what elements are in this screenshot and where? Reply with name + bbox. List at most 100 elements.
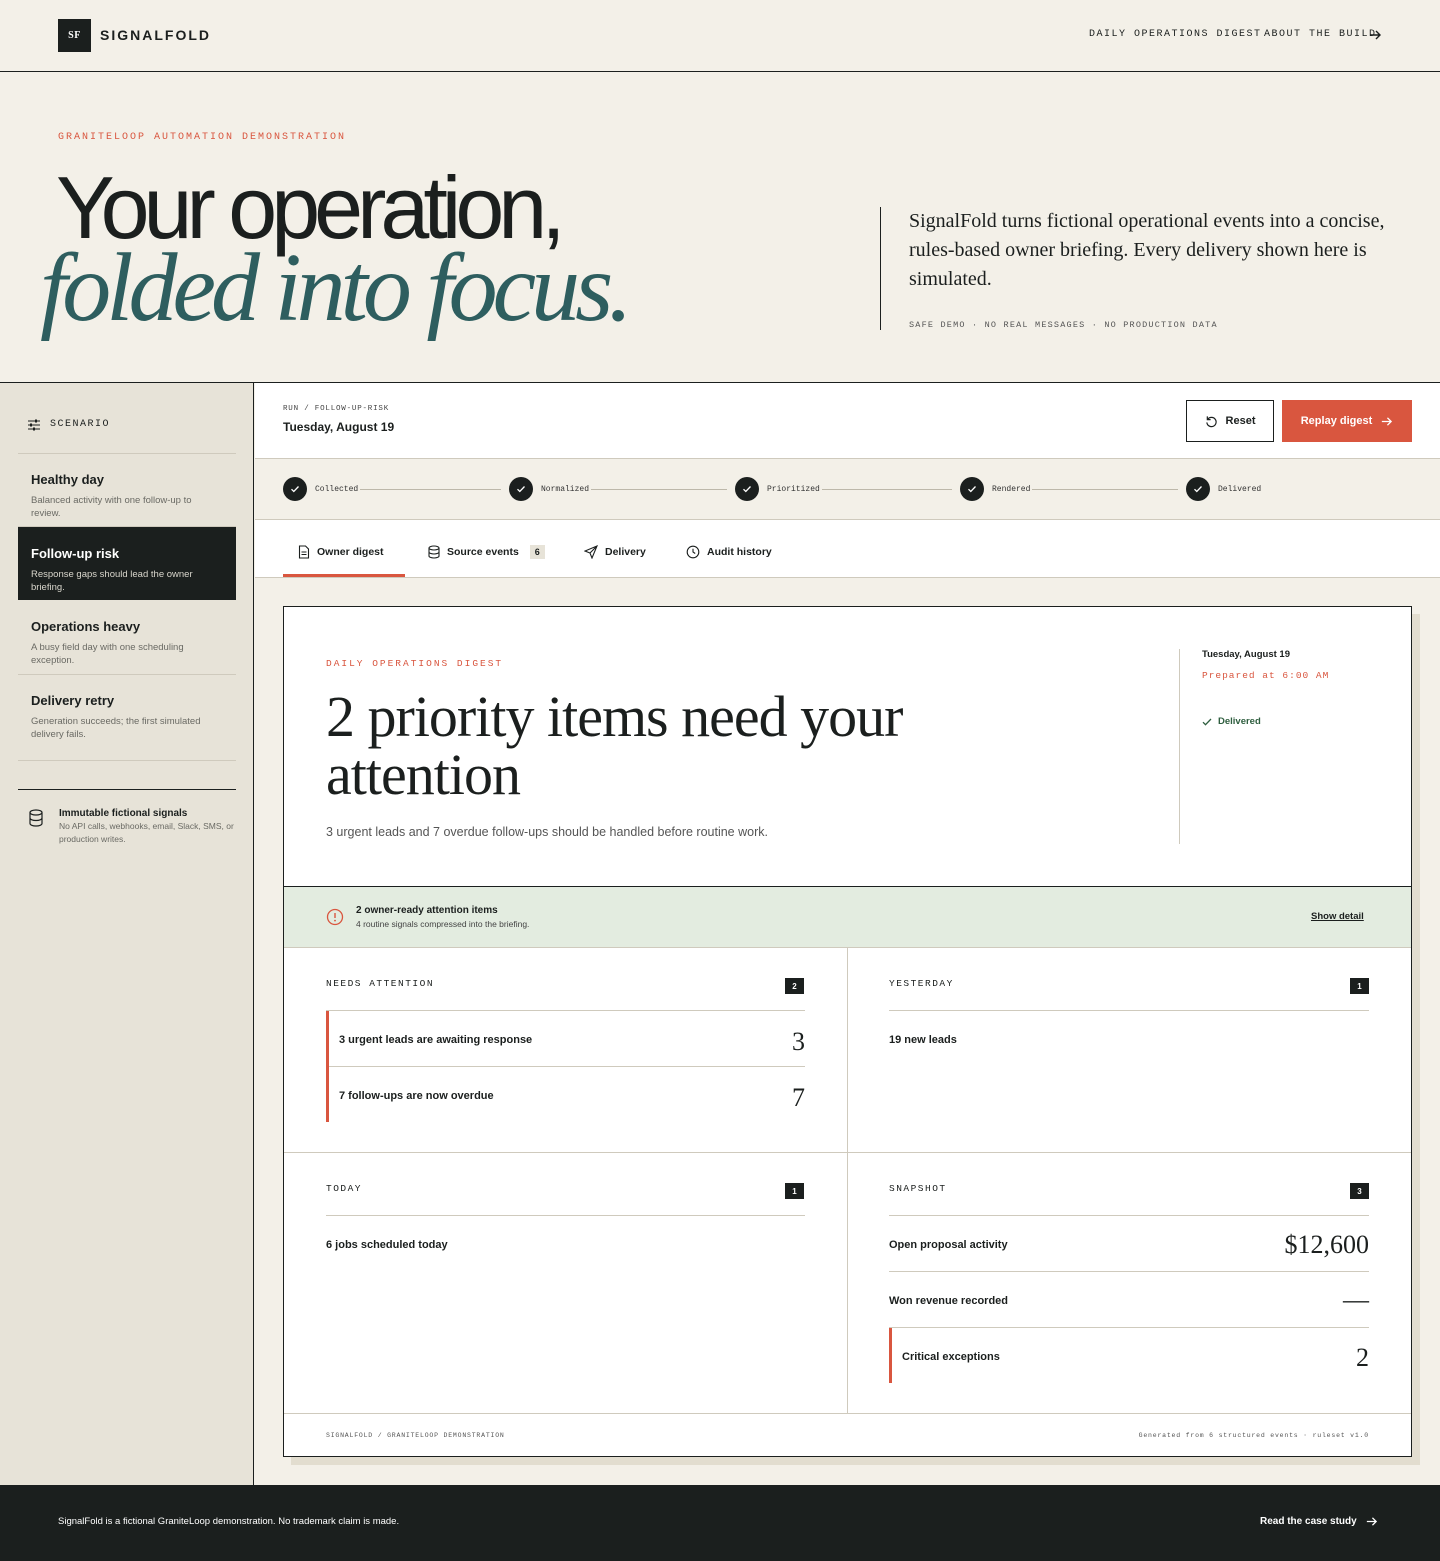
sidebar-note-description: No API calls, webhooks, email, Slack, SM… bbox=[59, 821, 234, 844]
hero-description: SignalFold turns fictional operational e… bbox=[909, 210, 1385, 290]
tab-count-badge: 6 bbox=[529, 545, 545, 559]
scenario-description: A busy field day with one scheduling exc… bbox=[31, 642, 184, 666]
step-label: Delivered bbox=[1218, 484, 1264, 494]
snapshot-heading: SNAPSHOT bbox=[889, 1183, 947, 1194]
check-icon bbox=[1202, 718, 1212, 726]
run-date: Tuesday, August 19 bbox=[283, 420, 395, 434]
tab-label: Source events bbox=[447, 546, 519, 558]
scenario-follow-up-risk[interactable]: Follow-up risk Response gaps should lead… bbox=[18, 527, 236, 600]
sidebar-divider bbox=[18, 453, 236, 454]
step-delivered: Delivered bbox=[1186, 477, 1264, 501]
alert-circle-icon bbox=[326, 908, 344, 926]
sidebar-divider bbox=[18, 674, 236, 675]
scenario-operations-heavy[interactable]: Operations heavy A busy field day with o… bbox=[18, 619, 236, 667]
reset-label: Reset bbox=[1225, 415, 1256, 427]
section-divider bbox=[889, 1215, 1369, 1216]
scenario-description: Response gaps should lead the owner brie… bbox=[31, 569, 193, 593]
active-tab-indicator bbox=[283, 574, 405, 577]
today-row-label: 6 jobs scheduled today bbox=[326, 1239, 448, 1251]
sidebar-divider bbox=[18, 760, 236, 761]
snapshot-count: 3 bbox=[1350, 1183, 1369, 1199]
document-icon bbox=[298, 545, 310, 559]
digest-eyebrow: DAILY OPERATIONS DIGEST bbox=[326, 658, 504, 669]
row-divider bbox=[889, 1327, 1369, 1328]
step-collected: Collected bbox=[283, 477, 361, 501]
step-label: Collected bbox=[315, 484, 361, 494]
reset-button[interactable]: Reset bbox=[1186, 400, 1274, 442]
tab-label: Owner digest bbox=[317, 546, 384, 558]
show-detail-link[interactable]: Show detail bbox=[1311, 911, 1364, 922]
step-connector bbox=[345, 489, 501, 490]
scenario-title: Healthy day bbox=[31, 472, 104, 487]
nav-link-about-build[interactable]: ABOUT THE BUILD bbox=[1264, 29, 1377, 40]
hero-meta: SAFE DEMO · NO REAL MESSAGES · NO PRODUC… bbox=[909, 320, 1218, 330]
delivery-status: Delivered bbox=[1202, 716, 1261, 727]
today-heading: TODAY bbox=[326, 1183, 363, 1194]
attention-row-label: 3 urgent leads are awaiting response bbox=[339, 1034, 533, 1046]
snapshot-row-label: Open proposal activity bbox=[889, 1239, 1008, 1251]
section-divider bbox=[326, 1010, 805, 1011]
database-icon bbox=[29, 809, 43, 827]
needs-attention-count: 2 bbox=[785, 978, 804, 994]
sliders-icon bbox=[28, 419, 40, 431]
grid-divider bbox=[847, 948, 848, 1413]
check-icon bbox=[283, 477, 307, 501]
arrow-right-icon bbox=[1366, 1517, 1377, 1526]
reset-icon bbox=[1205, 415, 1217, 427]
section-divider bbox=[889, 1010, 1369, 1011]
scenario-title: Delivery retry bbox=[31, 693, 115, 708]
brand-name[interactable]: SIGNALFOLD bbox=[100, 27, 211, 43]
scenario-delivery-retry[interactable]: Delivery retry Generation succeeds; the … bbox=[18, 693, 236, 741]
scenario-healthy-day[interactable]: Healthy day Balanced activity with one f… bbox=[18, 472, 236, 520]
digest-date: Tuesday, August 19 bbox=[1202, 649, 1290, 660]
tab-owner-digest[interactable]: Owner digest bbox=[298, 545, 384, 559]
check-icon bbox=[960, 477, 984, 501]
replay-digest-button[interactable]: Replay digest bbox=[1282, 400, 1412, 442]
hero-eyebrow: GRANITELOOP AUTOMATION DEMONSTRATION bbox=[58, 132, 347, 143]
check-icon bbox=[509, 477, 533, 501]
case-study-link[interactable]: Read the case study bbox=[1260, 1515, 1378, 1528]
tab-label: Delivery bbox=[605, 546, 646, 558]
tab-delivery[interactable]: Delivery bbox=[584, 545, 646, 559]
logo-mark[interactable]: SF bbox=[58, 19, 91, 52]
scenario-title: Follow-up risk bbox=[31, 546, 120, 561]
hero-headline-line-2: folded into focus. bbox=[40, 234, 633, 342]
digest-prepared-time: Prepared at 6:00 AM bbox=[1202, 670, 1330, 681]
nav-link-daily-digest[interactable]: DAILY OPERATIONS DIGEST bbox=[1089, 29, 1262, 40]
sidebar-note-title: Immutable fictional signals bbox=[59, 808, 188, 819]
snapshot-row-label: Critical exceptions bbox=[902, 1351, 1000, 1363]
sidebar-note-divider bbox=[18, 789, 236, 790]
card-footer-left: SIGNALFOLD / GRANITELOOP DEMONSTRATION bbox=[326, 1432, 505, 1439]
row-divider bbox=[329, 1066, 805, 1067]
attention-row-label: 7 follow-ups are now overdue bbox=[339, 1090, 494, 1102]
tab-source-events[interactable]: Source events 6 bbox=[428, 545, 545, 559]
digest-subtitle: 3 urgent leads and 7 overdue follow-ups … bbox=[326, 825, 768, 839]
send-icon bbox=[584, 545, 598, 559]
check-icon bbox=[1186, 477, 1210, 501]
critical-accent-bar bbox=[889, 1328, 892, 1383]
alert-description: 4 routine signals compressed into the br… bbox=[356, 919, 530, 929]
step-normalized: Normalized bbox=[509, 477, 592, 501]
clock-icon bbox=[686, 545, 700, 559]
hero-divider bbox=[880, 207, 881, 330]
tab-label: Audit history bbox=[707, 546, 772, 558]
section-divider bbox=[326, 1215, 805, 1216]
step-label: Prioritized bbox=[767, 484, 822, 494]
snapshot-row-value: $12,600 bbox=[1284, 1230, 1370, 1259]
scenario-description: Balanced activity with one follow-up to … bbox=[31, 495, 192, 519]
scenario-title: Operations heavy bbox=[31, 619, 141, 634]
tab-audit-history[interactable]: Audit history bbox=[686, 545, 772, 559]
sidebar-heading: SCENARIO bbox=[50, 419, 111, 430]
footer-disclaimer: SignalFold is a fictional GraniteLoop de… bbox=[58, 1516, 400, 1527]
step-connector bbox=[571, 489, 727, 490]
digest-title: 2 priority items need your attention bbox=[326, 684, 903, 807]
database-icon bbox=[428, 545, 440, 559]
step-label: Rendered bbox=[992, 484, 1033, 494]
step-rendered: Rendered bbox=[960, 477, 1033, 501]
step-prioritized: Prioritized bbox=[735, 477, 822, 501]
snapshot-row-label: Won revenue recorded bbox=[889, 1295, 1008, 1307]
check-icon bbox=[735, 477, 759, 501]
arrow-right-icon bbox=[1370, 30, 1381, 40]
yesterday-row-label: 19 new leads bbox=[889, 1034, 957, 1046]
step-label: Normalized bbox=[541, 484, 592, 494]
